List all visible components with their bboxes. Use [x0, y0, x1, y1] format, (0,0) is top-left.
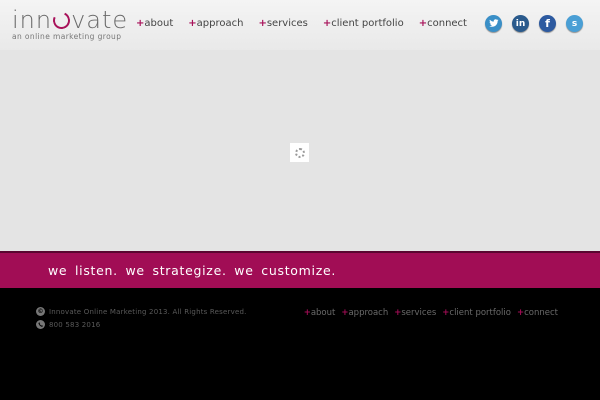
footer-nav-client-portfolio[interactable]: +client portfolio — [442, 308, 511, 318]
site-footer: © Innovate Online Marketing 2013. All Ri… — [0, 288, 600, 400]
copyright-text: Innovate Online Marketing 2013. All Righ… — [49, 307, 247, 316]
footer-nav-connect[interactable]: +connect — [517, 308, 558, 318]
spinner-icon — [294, 147, 305, 158]
linkedin-icon[interactable]: in — [512, 15, 529, 32]
nav-about[interactable]: +about — [136, 18, 173, 29]
footer-nav: +about +approach +services +client portf… — [298, 308, 558, 318]
footer-nav-about[interactable]: +about — [304, 308, 336, 318]
footer-nav-approach[interactable]: +approach — [341, 308, 388, 318]
logo-ring-icon — [50, 9, 73, 32]
phone-icon — [36, 320, 45, 329]
banner-text: we listen. we strategize. we customize. — [48, 263, 337, 278]
logo[interactable]: inn vate an online marketing group — [12, 8, 128, 41]
nav-client-portfolio[interactable]: +client portfolio — [323, 18, 404, 29]
phone-row: 800 583 2016 — [36, 320, 100, 329]
facebook-icon[interactable]: f — [539, 15, 556, 32]
plus-icon: + — [303, 308, 311, 318]
twitter-icon[interactable] — [485, 15, 502, 32]
plus-icon: + — [322, 18, 332, 29]
plus-icon: + — [258, 18, 267, 29]
copyright-icon: © — [36, 307, 45, 316]
plus-icon: + — [418, 18, 428, 29]
main-content — [0, 50, 600, 251]
social-links: in f s — [475, 15, 583, 32]
loading-indicator — [290, 143, 309, 162]
copyright-row: © Innovate Online Marketing 2013. All Ri… — [36, 307, 247, 316]
logo-wordmark: inn vate — [12, 6, 129, 34]
plus-icon: + — [188, 18, 197, 29]
footer-nav-services[interactable]: +services — [394, 308, 436, 318]
nav-services[interactable]: +services — [258, 18, 307, 29]
phone-number[interactable]: 800 583 2016 — [49, 321, 100, 329]
nav-approach[interactable]: +approach — [188, 18, 243, 29]
site-header: inn vate an online marketing group +about… — [0, 0, 600, 50]
skype-icon[interactable]: s — [566, 15, 583, 32]
nav-connect[interactable]: +connect — [419, 18, 467, 29]
tagline-banner: we listen. we strategize. we customize. — [0, 251, 600, 288]
logo-tagline: an online marketing group — [12, 32, 122, 41]
main-nav: +about +approach +services +client portf… — [136, 18, 482, 29]
